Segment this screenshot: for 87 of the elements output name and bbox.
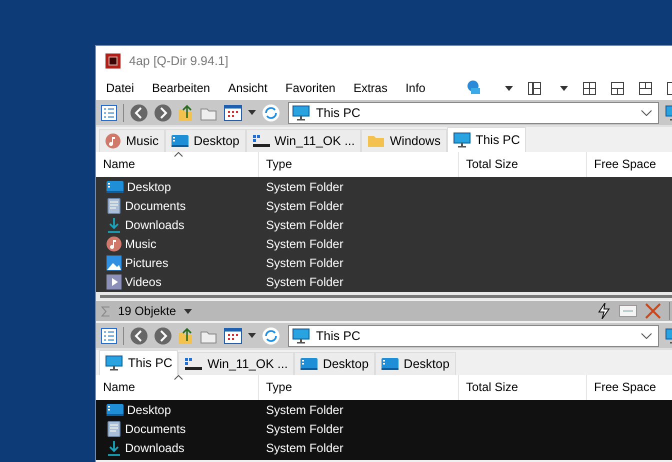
file-name[interactable]: Music [125,236,156,250]
type-cell-text: System Folder [265,440,344,454]
view-icon[interactable] [224,104,242,120]
desktop-icon [380,357,399,371]
menu-item[interactable]: Ansicht [228,81,268,95]
type-cell-text: System Folder [265,236,344,250]
layout-icon[interactable] [611,82,624,94]
horizontal-scrollbar[interactable] [96,292,672,300]
type-cell-text: System Folder [265,180,344,194]
folder-tab[interactable]: Win_11_OK ... [246,129,361,152]
folder-icon [366,134,385,148]
folder-tab[interactable]: Desktop [164,129,246,152]
folder-tab[interactable]: Win_11_OK ... [178,352,294,375]
type-cell-text: System Folder [265,402,344,416]
folder-tab[interactable]: Desktop [294,352,375,375]
type-cell-text: System Folder [265,198,344,212]
menu-item[interactable]: Info [405,81,426,95]
caret-icon[interactable] [248,333,256,338]
folder-tab[interactable]: Desktop [374,352,456,375]
file-name[interactable]: Downloads [125,440,184,454]
drive-icon [184,357,202,371]
sum-icon [101,306,110,316]
type-cell-text: System Folder [265,256,344,270]
layout-icon[interactable] [583,82,596,94]
music-note-icon [105,133,121,149]
refresh-icon[interactable] [262,326,280,344]
file-name[interactable]: Documents [125,198,186,212]
object-count[interactable]: 19 Objekte [118,304,176,318]
sort-caret-icon [174,152,183,157]
file-name[interactable]: Desktop [127,180,172,194]
app-logo-icon [105,53,121,69]
view-icon[interactable] [224,328,242,344]
folder-tab[interactable]: Windows [360,129,447,152]
window-title: 4ap [Q-Dir 9.94.1] [129,54,228,68]
back-icon[interactable] [130,326,148,344]
download-icon [106,440,122,456]
download-icon [106,216,122,232]
monitor-icon [452,132,471,148]
back-icon[interactable] [130,104,148,122]
folder-up-icon[interactable] [178,326,194,344]
layout-icon[interactable] [639,82,652,94]
folder-tab[interactable]: This PC [99,350,178,375]
caret-icon[interactable] [505,86,513,90]
lightning-icon[interactable] [597,303,611,319]
caret-icon[interactable] [560,86,568,90]
type-cell-text: System Folder [265,274,344,288]
menu-item[interactable]: Datei [106,81,134,95]
list-view-icon[interactable] [101,328,117,344]
file-name[interactable]: Videos [125,274,162,288]
folder-up-icon[interactable] [178,104,194,122]
menu-item[interactable]: Bearbeiten [152,81,210,95]
monitor-icon [105,355,123,371]
forward-icon[interactable] [154,326,172,344]
envelope-icon[interactable] [619,305,637,317]
film-icon [106,274,122,290]
refresh-icon[interactable] [262,104,280,122]
list-view-icon[interactable] [101,104,117,120]
document-icon [106,420,122,436]
music-note-icon [106,236,122,252]
folder-tab[interactable]: Music [99,129,165,152]
sort-caret-icon [174,375,183,380]
folder-tab[interactable]: This PC [446,127,526,152]
drive-icon [252,134,270,148]
forward-icon[interactable] [154,104,172,122]
desktop-icon [170,134,189,148]
type-cell-text: System Folder [265,422,344,436]
caret-icon[interactable] [248,110,256,115]
address-field[interactable]: This PC [288,102,659,124]
monitor-icon [292,104,310,120]
layout-icon[interactable] [528,82,541,94]
monitor-icon [292,328,310,344]
desktop-icon [300,357,318,371]
menu-item[interactable]: Favoriten [285,81,336,95]
desktop-icon [106,402,124,416]
type-cell-text: System Folder [265,218,344,232]
picture-icon [106,254,122,270]
file-name[interactable]: Pictures [125,256,168,270]
document-icon [106,198,122,214]
file-name[interactable]: Downloads [125,218,184,232]
file-name[interactable]: Documents [125,422,186,436]
file-name[interactable]: Desktop [127,402,172,416]
menu-item[interactable]: Extras [353,81,388,95]
chevron-icon[interactable] [641,332,652,338]
caret-icon[interactable] [184,308,192,314]
chevron-icon[interactable] [641,110,652,116]
address-field[interactable]: This PC [288,324,659,346]
desktop-icon [106,180,124,194]
